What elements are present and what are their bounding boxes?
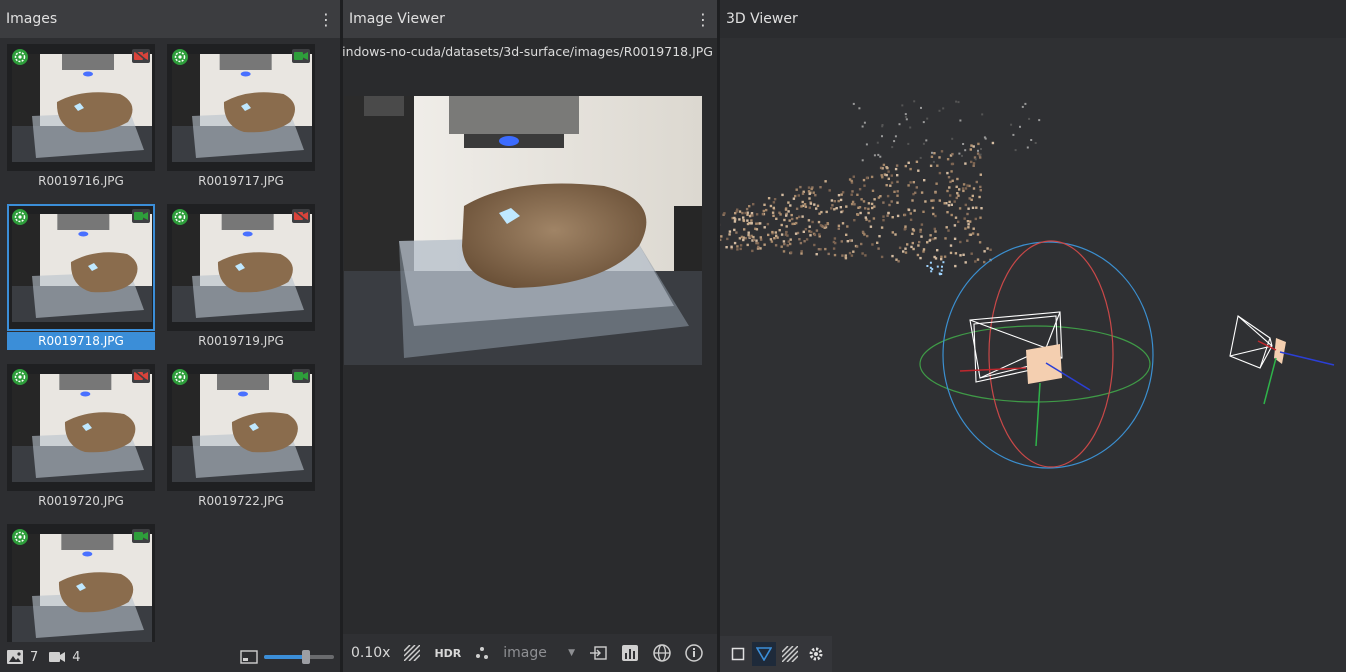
chevron-down-icon: ▼ (568, 648, 575, 658)
image-thumbnail[interactable]: R0019719.JPG (167, 204, 315, 358)
image-viewer-title: Image Viewer (349, 11, 445, 27)
image-viewer-header: Image Viewer ⋮ (343, 0, 717, 38)
images-panel-title: Images (6, 11, 58, 27)
image-thumbnail[interactable]: R0019720.JPG (7, 364, 155, 518)
image-viewer-toolbar: 0.10x HDR image ▼ (343, 634, 717, 672)
reconstructed-badge-icon (12, 49, 28, 65)
images-count-icon (7, 650, 23, 664)
channel-select-value: image (503, 645, 547, 661)
frustum-toggle-icon[interactable] (752, 642, 776, 666)
image-viewer-panel: Image Viewer ⋮ 7-windows-no-cuda/dataset… (343, 0, 717, 672)
info-icon[interactable] (685, 634, 703, 672)
image-thumbnail[interactable]: R0019722.JPG (167, 364, 315, 518)
thumbnail-frame (7, 524, 155, 651)
import-icon[interactable] (589, 634, 607, 672)
thumbnail-filename: R0019718.JPG (7, 332, 155, 350)
thumbnail-frame (167, 204, 315, 331)
thumbnail-frame (167, 44, 315, 171)
thumbnail-frame (167, 364, 315, 491)
camera-image-plane (1026, 344, 1062, 384)
thumbnail-filename: R0019716.JPG (38, 174, 124, 188)
image-viewer-menu-icon[interactable]: ⋮ (695, 10, 711, 29)
reconstructed-badge-icon (172, 209, 188, 225)
channel-select[interactable]: image ▼ (503, 645, 575, 661)
gear-icon[interactable] (804, 642, 828, 666)
camera-enabled-icon[interactable] (132, 529, 150, 543)
images-count: 7 (30, 649, 39, 665)
hatch-icon[interactable] (778, 642, 802, 666)
thumbnail-image (172, 54, 312, 162)
camera-enabled-icon[interactable] (292, 49, 310, 63)
image-thumbnail[interactable]: R0019717.JPG (167, 44, 315, 198)
thumbnail-frame (7, 44, 155, 171)
image-gallery-grid: R0019716.JPG R0019717.JPG R0019718.JPG R001… (0, 38, 340, 651)
camera-disabled-icon[interactable] (132, 49, 150, 63)
thumbnail-size-slider[interactable] (264, 650, 334, 664)
thumbnail-image (172, 214, 312, 322)
features-icon[interactable] (475, 634, 489, 672)
viewer-image[interactable] (344, 96, 702, 365)
histogram-icon[interactable] (621, 634, 639, 672)
images-panel-footer: 7 4 (0, 642, 340, 672)
images-panel-menu-icon[interactable]: ⋮ (318, 10, 334, 29)
thumbnail-size-slider-handle[interactable] (302, 650, 310, 664)
thumbnail-filename: R0019717.JPG (198, 174, 284, 188)
thumbnail-frame (7, 364, 155, 491)
point-cloud (720, 100, 1041, 276)
viewer-3d-panel: 3D Viewer (720, 0, 1346, 672)
image-thumbnail[interactable]: R0019718.JPG (7, 204, 155, 358)
cameras-count: 4 (72, 649, 81, 665)
hdr-toggle[interactable]: HDR (434, 634, 461, 672)
thumbnail-filename: R0019720.JPG (38, 494, 124, 508)
camera-enabled-icon[interactable] (132, 209, 150, 223)
image-path: 7-windows-no-cuda/datasets/3d-surface/im… (343, 44, 713, 59)
camera-disabled-icon[interactable] (292, 209, 310, 223)
viewer-3d-title: 3D Viewer (726, 11, 798, 27)
zoom-level[interactable]: 0.10x (351, 634, 390, 672)
reconstructed-badge-icon (172, 49, 188, 65)
viewer-3d-header: 3D Viewer (720, 0, 1346, 38)
thumbnail-filename: R0019722.JPG (198, 494, 284, 508)
reconstructed-badge-icon (12, 209, 28, 225)
globe-icon[interactable] (653, 634, 671, 672)
cameras-count-icon (49, 652, 66, 662)
thumbnail-image (12, 534, 152, 642)
thumbnail-image (12, 214, 152, 322)
reconstructed-badge-icon (172, 369, 188, 385)
image-thumbnail[interactable]: R0019716.JPG (7, 44, 155, 198)
thumbnail-image (12, 374, 152, 482)
reconstructed-badge-icon (12, 529, 28, 545)
viewer-3d-toolbar (720, 636, 832, 672)
viewer-3d-canvas[interactable] (720, 38, 1346, 638)
hatch-icon[interactable] (404, 634, 421, 672)
images-panel-header: Images ⋮ (0, 0, 340, 38)
bounding-box-icon[interactable] (726, 642, 750, 666)
camera-enabled-icon[interactable] (292, 369, 310, 383)
thumbnail-frame (7, 204, 155, 331)
thumbnail-filename: R0019719.JPG (198, 334, 284, 348)
images-panel: Images ⋮ R0019716.JPG R0019717.JPG R001971… (0, 0, 340, 672)
thumbnail-size-icon (240, 650, 258, 664)
thumbnail-image (172, 374, 312, 482)
reconstructed-badge-icon (12, 369, 28, 385)
camera-frustum[interactable] (1229, 315, 1273, 369)
camera-disabled-icon[interactable] (132, 369, 150, 383)
thumbnail-image (12, 54, 152, 162)
